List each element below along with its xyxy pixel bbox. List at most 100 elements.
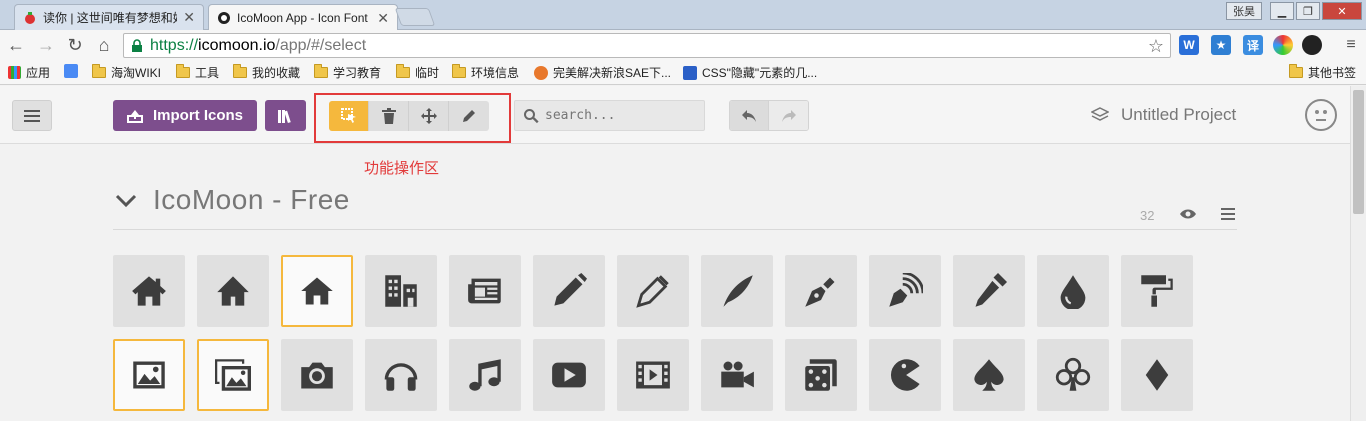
scrollbar-thumb[interactable]	[1353, 90, 1364, 214]
page-scrollbar[interactable]	[1350, 86, 1366, 421]
search-input[interactable]	[545, 108, 695, 123]
quill-feather-icon	[723, 275, 753, 307]
close-icon[interactable]: ✕	[377, 10, 389, 27]
bookmark-folder[interactable]: 工具	[176, 64, 219, 81]
folder-icon	[233, 64, 247, 78]
icon-cell-newspaper[interactable]	[449, 255, 521, 327]
bookmark-link[interactable]: CSS"隐藏"元素的几...	[683, 64, 817, 81]
icon-cell-play[interactable]	[533, 339, 605, 411]
icon-cell-images[interactable]	[197, 339, 269, 411]
icon-cell-blog[interactable]	[869, 255, 941, 327]
icon-cell-pencil2[interactable]	[617, 255, 689, 327]
user-avatar[interactable]	[1305, 99, 1337, 131]
weibo-icon	[534, 65, 548, 80]
icon-cell-home[interactable]	[113, 255, 185, 327]
icon-cell-home2[interactable]	[197, 255, 269, 327]
home-icon	[301, 277, 333, 305]
bookmark-folder[interactable]: 我的收藏	[233, 64, 300, 81]
bookmark-apps[interactable]: 应用	[8, 64, 50, 81]
bookmark-link[interactable]: 完美解决新浪SAE下...	[534, 64, 671, 81]
menu-icon[interactable]: ≡	[1341, 35, 1361, 55]
redo-button[interactable]	[769, 101, 808, 130]
bookmark-label: 工具	[195, 66, 220, 80]
bookmark-folder[interactable]: 环境信息	[452, 64, 519, 81]
restore-button[interactable]: ❐	[1296, 2, 1320, 20]
pocket-icon[interactable]	[1309, 35, 1329, 55]
forward-icon[interactable]: →	[36, 35, 56, 55]
search-icon	[524, 108, 539, 123]
library-icon	[277, 109, 291, 123]
site-icon	[683, 65, 697, 80]
neutral-face-icon	[1315, 110, 1327, 121]
lock-icon	[132, 38, 142, 52]
import-icons-button[interactable]: Import Icons	[113, 100, 257, 131]
film-icon	[636, 361, 670, 389]
icon-cell-image[interactable]	[113, 339, 185, 411]
close-icon[interactable]: ✕	[183, 9, 195, 26]
minimize-button[interactable]: ▁	[1270, 2, 1294, 20]
bookmark-label: 应用	[26, 66, 51, 80]
redo-icon	[781, 109, 796, 122]
chevron-down-icon[interactable]	[115, 194, 137, 208]
bookmark-other[interactable]: 其他书签	[1289, 64, 1356, 81]
window-user-button[interactable]: 张昊	[1226, 2, 1262, 20]
eye-icon[interactable]	[1179, 208, 1197, 220]
extension-color-icon[interactable]	[1273, 35, 1293, 55]
folder-icon	[92, 64, 106, 78]
browser-tab-2[interactable]: IcoMoon App - Icon Font ✕	[208, 4, 398, 31]
folder-icon	[1289, 64, 1303, 78]
icon-cell-diamonds[interactable]	[1121, 339, 1193, 411]
layers-icon	[1091, 107, 1109, 121]
icon-cell-camera[interactable]	[281, 339, 353, 411]
bookmark-folder[interactable]: 临时	[396, 64, 439, 81]
icon-cell-pacman[interactable]	[869, 339, 941, 411]
search-field[interactable]	[514, 100, 705, 131]
upload-icon	[126, 109, 143, 123]
icon-cell-music[interactable]	[449, 339, 521, 411]
extension-translate-icon[interactable]: 译	[1243, 35, 1263, 55]
set-menu-icon[interactable]	[1221, 208, 1235, 220]
icon-cell-eyedropper[interactable]	[953, 255, 1025, 327]
icon-cell-pen[interactable]	[785, 255, 857, 327]
bookmark-folder[interactable]: 学习教育	[314, 64, 381, 81]
address-bar[interactable]: https://icomoon.io/app/#/select ☆	[123, 33, 1171, 58]
icon-cell-film[interactable]	[617, 339, 689, 411]
icon-cell-office[interactable]	[365, 255, 437, 327]
home-icon[interactable]: ⌂	[94, 35, 114, 55]
icon-cell-quill[interactable]	[701, 255, 773, 327]
bookmark-translate[interactable]	[64, 64, 83, 78]
bookmark-label: 临时	[415, 66, 440, 80]
icon-cell-spades[interactable]	[953, 339, 1025, 411]
bookmark-star-icon[interactable]: ☆	[1148, 36, 1164, 57]
library-button[interactable]	[265, 100, 306, 131]
play-video-icon	[552, 362, 586, 388]
icon-cell-pencil[interactable]	[533, 255, 605, 327]
main-menu-button[interactable]	[12, 100, 52, 131]
project-name: Untitled Project	[1121, 105, 1237, 124]
bookmark-folder[interactable]: 海淘WIKI	[92, 64, 161, 81]
icon-cell-video-camera[interactable]	[701, 339, 773, 411]
icon-cell-headphones[interactable]	[365, 339, 437, 411]
undo-icon	[742, 109, 756, 122]
icon-cell-droplet[interactable]	[1037, 255, 1109, 327]
project-title[interactable]: Untitled Project	[1091, 105, 1236, 125]
folder-icon	[314, 64, 328, 78]
icon-cell-dice[interactable]	[785, 339, 857, 411]
icon-cell-clubs[interactable]	[1037, 339, 1109, 411]
extension-w-icon[interactable]: W	[1179, 35, 1199, 55]
droplet-icon	[1060, 275, 1086, 309]
office-building-icon	[385, 275, 417, 307]
extension-bookmark-icon[interactable]: ★	[1211, 35, 1231, 55]
icon-cell-paint-format[interactable]	[1121, 255, 1193, 327]
google-translate-icon	[64, 64, 78, 78]
back-icon[interactable]: ←	[6, 35, 26, 55]
browser-tab-1[interactable]: 读你 | 这世间唯有梦想和好姑娘 ✕	[14, 4, 204, 30]
undo-button[interactable]	[730, 101, 770, 130]
folder-icon	[452, 64, 466, 78]
icomoon-logo-icon	[218, 12, 230, 24]
icon-cell-home3[interactable]	[281, 255, 353, 327]
new-tab-button[interactable]	[394, 8, 436, 26]
reload-icon[interactable]: ↻	[65, 35, 85, 55]
window-close-button[interactable]: ✕	[1322, 2, 1362, 20]
apps-grid-icon	[8, 66, 21, 79]
